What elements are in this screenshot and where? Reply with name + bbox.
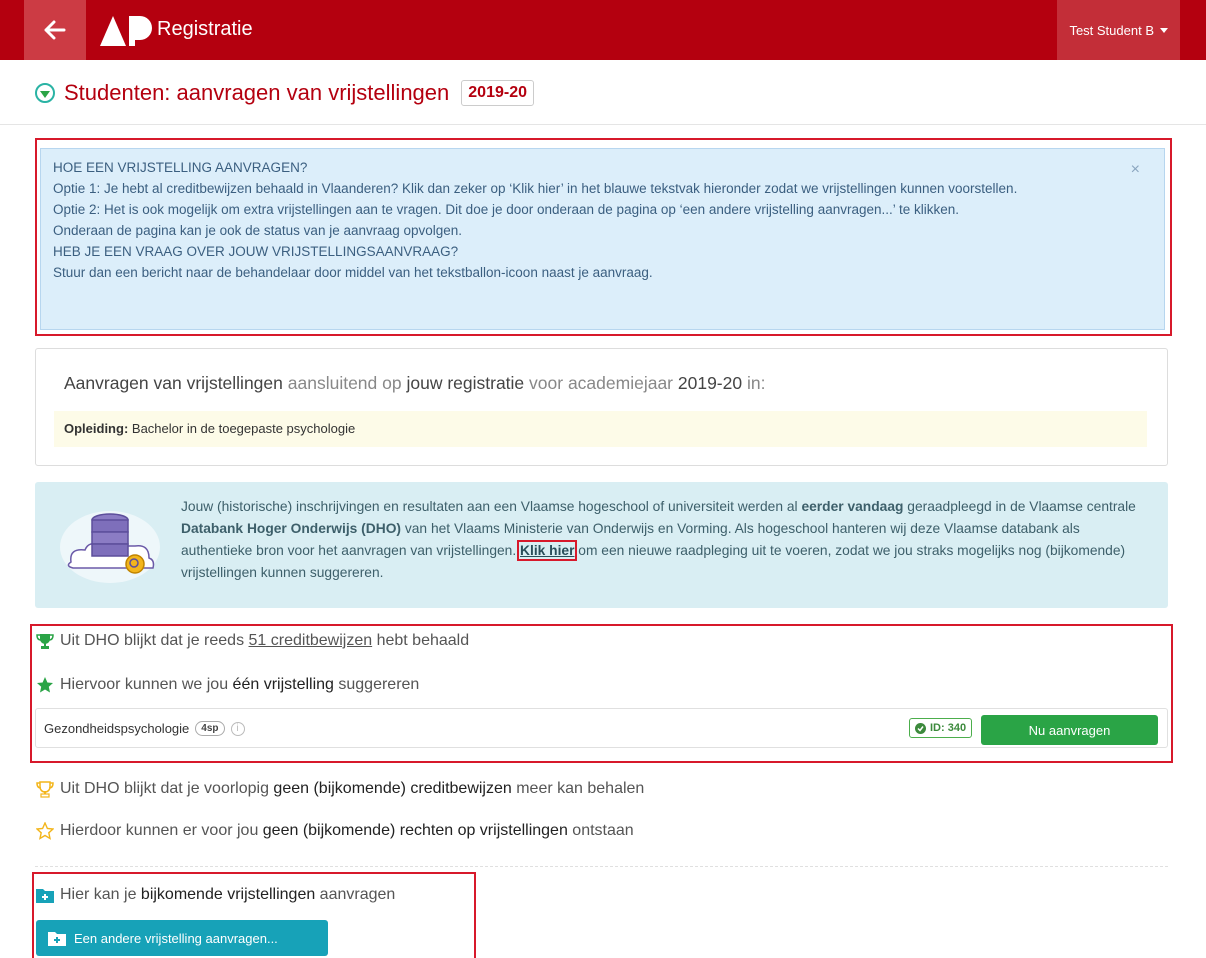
other-bold: bijkomende vrijstellingen [140, 886, 316, 903]
future-bold: geen (bijkomende) creditbewijzen [273, 780, 512, 797]
course-title: Gezondheidspsychologie [44, 721, 190, 736]
page-title: Studenten: aanvragen van vrijstellingen … [34, 80, 534, 106]
arrow-left-icon [44, 20, 66, 40]
dho-text-part: geraadpleegd in de Vlaamse centrale [903, 499, 1136, 514]
user-menu[interactable]: Test Student B [1057, 0, 1180, 60]
credits-text: Uit DHO blijkt dat je reeds [60, 632, 249, 649]
heading-part: voor academiejaar [524, 373, 678, 393]
other-button-label: Een andere vrijstelling aanvragen... [74, 930, 278, 946]
refresh-arrow-icon [35, 83, 55, 103]
exemption-line: Hiervoor kunnen we jou één vrijstelling … [36, 676, 419, 694]
section-divider [35, 866, 1168, 867]
database-cloud-icon [60, 511, 160, 583]
opleiding-value: Bachelor in de toegepaste psychologie [128, 421, 356, 436]
klik-hier-link[interactable]: Klik hier [516, 540, 578, 561]
id-text: ID: 340 [930, 722, 967, 734]
course-name: Gezondheidspsychologie 4sp i [44, 721, 245, 736]
opleiding-box: Opleiding: Bachelor in de toegepaste psy… [54, 411, 1147, 447]
future-bold: geen (bijkomende) rechten op vrijstellin… [262, 822, 568, 839]
highlight-box-alert [35, 138, 1172, 336]
user-name: Test Student B [1069, 22, 1154, 38]
folder-plus-icon [48, 931, 66, 946]
ap-logo [100, 16, 152, 46]
other-exemption-line: Hier kan je bijkomende vrijstellingen aa… [36, 886, 395, 904]
exempt-text: suggereren [333, 676, 420, 693]
dho-text-part: Jouw (historische) inschrijvingen en res… [181, 499, 802, 514]
page-title-text: Studenten: aanvragen van vrijstellingen [64, 80, 450, 105]
heading-part: 2019-20 [677, 373, 743, 393]
heading-part: Aanvragen van vrijstellingen [64, 373, 283, 393]
trophy-icon [36, 634, 54, 649]
dho-text-bold: eerder vandaag [801, 499, 904, 514]
trophy-outline-icon [36, 781, 54, 798]
dho-text-bold: Databank Hoger Onderwijs (DHO) [181, 521, 402, 536]
course-row: Gezondheidspsychologie 4sp i ID: 340 Nu … [35, 708, 1168, 748]
heading-part: jouw registratie [406, 373, 525, 393]
star-outline-icon [36, 822, 54, 840]
other-text: Hier kan je [60, 886, 141, 903]
exempt-text: Hiervoor kunnen we jou [60, 676, 233, 693]
registration-heading: Aanvragen van vrijstellingen aansluitend… [64, 373, 765, 394]
credits-line: Uit DHO blijkt dat je reeds 51 creditbew… [36, 632, 469, 650]
other-exemption-button[interactable]: Een andere vrijstelling aanvragen... [36, 920, 328, 956]
dho-panel: Jouw (historische) inschrijvingen en res… [35, 482, 1168, 608]
opleiding-label: Opleiding: [64, 421, 129, 436]
top-navbar: Registratie Test Student B [0, 0, 1206, 60]
info-icon[interactable]: i [230, 721, 245, 736]
star-icon [37, 677, 53, 693]
future-text: Uit DHO blijkt dat je voorlopig [60, 780, 274, 797]
apply-now-button[interactable]: Nu aanvragen [981, 715, 1158, 745]
credits-text: hebt behaald [372, 632, 470, 649]
folder-plus-icon [36, 889, 54, 903]
heading-part: aansluitend op [282, 373, 407, 393]
credits-link[interactable]: 51 creditbewijzen [249, 632, 373, 649]
back-button[interactable] [24, 0, 86, 60]
future-text: meer kan behalen [511, 780, 645, 797]
check-circle-icon [915, 722, 926, 734]
sp-badge: 4sp [195, 721, 225, 736]
heading-part: in: [742, 373, 766, 393]
caret-down-icon [1160, 27, 1168, 33]
exempt-bold: één vrijstelling [232, 676, 334, 693]
dho-text: Jouw (historische) inschrijvingen en res… [181, 496, 1153, 584]
no-rights-line: Hierdoor kunnen er voor jou geen (bijkom… [36, 822, 634, 840]
registration-panel: Aanvragen van vrijstellingen aansluitend… [35, 348, 1168, 466]
no-credits-line: Uit DHO blijkt dat je voorlopig geen (bi… [36, 780, 644, 798]
app-title: Registratie [157, 18, 253, 40]
future-text: Hierdoor kunnen er voor jou [60, 822, 263, 839]
future-text: ontstaan [567, 822, 634, 839]
year-badge: 2019-20 [461, 80, 534, 106]
other-text: aanvragen [315, 886, 396, 903]
id-badge: ID: 340 [909, 718, 973, 738]
title-divider [0, 124, 1206, 125]
